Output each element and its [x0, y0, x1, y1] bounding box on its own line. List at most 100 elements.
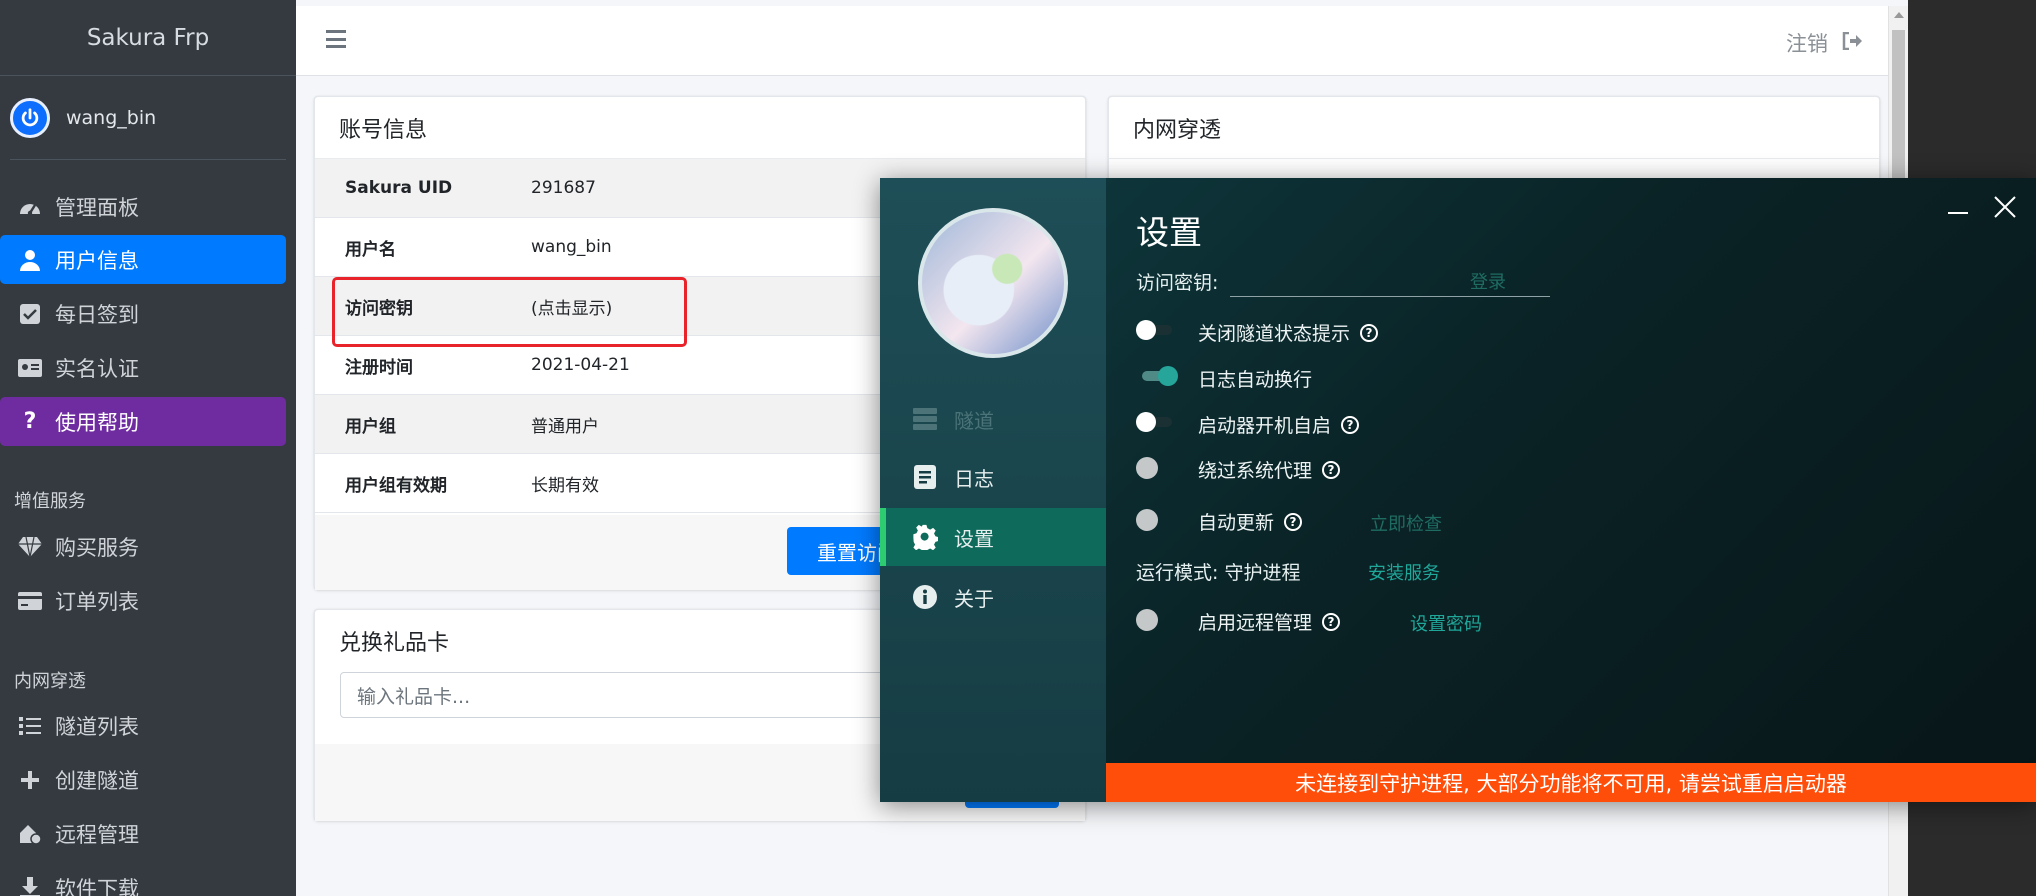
login-button[interactable]: 登录: [1470, 268, 1506, 294]
row-label: 注册时间: [345, 357, 413, 378]
scroll-thumb[interactable]: [1892, 30, 1905, 200]
remote-icon: [17, 821, 43, 847]
power-icon: [10, 97, 50, 138]
option-log-wrap: 日志自动换行: [1198, 365, 1312, 392]
sidebar-item-label: 创建隧道: [55, 768, 139, 793]
sidebar-item-orders[interactable]: 订单列表: [0, 576, 286, 625]
plus-icon: [17, 767, 43, 793]
sidebar-item-help[interactable]: ? 使用帮助: [0, 397, 286, 446]
toggle-bypass-proxy[interactable]: [1136, 457, 1158, 479]
help-icon[interactable]: ?: [1284, 512, 1303, 531]
sidebar-item-create-tunnel[interactable]: 创建隧道: [0, 755, 286, 804]
section-header-value-added: 增值服务: [14, 491, 86, 512]
launcher-tab-label: 关于: [954, 586, 994, 611]
sidebar-item-label: 管理面板: [55, 195, 139, 220]
toggle-autostart[interactable]: [1136, 412, 1176, 432]
option-label: 日志自动换行: [1198, 369, 1313, 391]
launcher-tab-tunnels[interactable]: 隧道: [880, 390, 1106, 448]
launcher-tab-about[interactable]: 关于: [880, 568, 1106, 626]
row-value: 2021-04-21: [531, 355, 630, 375]
help-icon[interactable]: ?: [1322, 460, 1341, 479]
settings-title: 设置: [1136, 213, 1202, 252]
list-icon: [17, 713, 43, 739]
help-icon[interactable]: ?: [1360, 323, 1379, 342]
tunnel-card-title: 内网穿透: [1109, 97, 1879, 159]
sidebar-item-label: 订单列表: [55, 589, 139, 614]
window-controls: [1948, 196, 2016, 222]
set-password-link[interactable]: 设置密码: [1410, 610, 1482, 636]
avatar: [918, 208, 1068, 358]
option-remote-management: 启用远程管理?: [1198, 608, 1341, 635]
dashboard-icon: [17, 194, 43, 220]
sidebar-item-download[interactable]: 软件下载: [0, 863, 286, 896]
sidebar-item-buy-service[interactable]: 购买服务: [0, 522, 286, 571]
gift-card-input[interactable]: 输入礼品卡...: [340, 672, 900, 718]
document-icon: [912, 464, 938, 490]
check-update-link[interactable]: 立即检查: [1370, 510, 1442, 536]
launcher-sidebar: 隧道 日志 设置 关于: [880, 178, 1106, 802]
user-panel[interactable]: wang_bin: [10, 76, 286, 160]
info-icon: [912, 584, 938, 610]
launcher-tab-logs[interactable]: 日志: [880, 448, 1106, 506]
toggle-tunnel-status-tips[interactable]: [1136, 320, 1176, 340]
option-label: 关闭隧道状态提示: [1198, 323, 1351, 345]
access-key-input[interactable]: [1230, 296, 1550, 297]
close-icon[interactable]: [1994, 196, 2016, 222]
minimize-icon[interactable]: [1948, 212, 1968, 214]
gear-icon: [912, 524, 938, 550]
section-header-tunnel: 内网穿透: [14, 671, 86, 692]
sidebar-item-label: 软件下载: [55, 876, 139, 896]
row-value: 普通用户: [531, 416, 599, 437]
option-tunnel-status-tips: 关闭隧道状态提示?: [1198, 319, 1379, 346]
toggle-auto-update[interactable]: [1136, 509, 1158, 531]
help-icon[interactable]: ?: [1341, 415, 1360, 434]
row-label: 用户组有效期: [345, 475, 447, 496]
row-value: wang_bin: [531, 237, 612, 257]
sidebar-item-user-info[interactable]: 用户信息: [0, 235, 286, 284]
account-card-title: 账号信息: [315, 97, 1085, 159]
launcher-tab-settings[interactable]: 设置: [880, 508, 1106, 566]
sidebar-item-tunnel-list[interactable]: 隧道列表: [0, 701, 286, 750]
option-auto-update: 自动更新?: [1198, 508, 1303, 535]
sidebar-item-label: 实名认证: [55, 356, 139, 381]
sidebar-item-label: 远程管理: [55, 822, 139, 847]
option-autostart: 启动器开机自启?: [1198, 411, 1360, 438]
top-navbar: 注销: [296, 6, 1908, 76]
logout-label: 注销: [1786, 32, 1828, 56]
sidebar-item-remote[interactable]: 远程管理: [0, 809, 286, 858]
option-bypass-proxy: 绕过系统代理?: [1198, 456, 1341, 483]
row-label: 用户组: [345, 416, 396, 437]
diamond-icon: [17, 534, 43, 560]
option-label: 自动更新: [1198, 512, 1275, 534]
server-icon: [912, 406, 938, 432]
check-square-icon: [17, 301, 43, 327]
launcher-tab-label: 隧道: [954, 408, 994, 433]
logout-button[interactable]: 注销: [1786, 28, 1862, 58]
row-label: Sakura UID: [345, 178, 453, 198]
install-service-link[interactable]: 安装服务: [1368, 559, 1440, 585]
row-value: 长期有效: [531, 475, 599, 496]
toggle-remote-management[interactable]: [1136, 609, 1158, 631]
sidebar-item-verification[interactable]: 实名认证: [0, 343, 286, 392]
toggle-log-wrap[interactable]: [1136, 366, 1178, 386]
access-key-label: 访问密钥:: [1136, 272, 1219, 294]
sidebar-item-checkin[interactable]: 每日签到: [0, 289, 286, 338]
row-value: 291687: [531, 178, 596, 198]
menu-toggle-icon[interactable]: [326, 30, 346, 48]
run-mode-label: 运行模式: 守护进程: [1136, 562, 1301, 584]
launcher-tab-label: 日志: [954, 466, 994, 491]
scroll-up-arrow-icon[interactable]: [1894, 12, 1904, 18]
sidebar-username: wang_bin: [66, 106, 157, 129]
highlight-annotation: [332, 277, 687, 347]
brand-title[interactable]: Sakura Frp: [0, 0, 296, 76]
settings-panel: 设置 访问密钥: 登录 关闭隧道状态提示? 日志自动换行 启动器开机自启? 绕过…: [1106, 178, 2036, 802]
help-icon[interactable]: ?: [1322, 612, 1341, 631]
launcher-tab-label: 设置: [954, 526, 994, 551]
question-icon: ?: [23, 409, 37, 434]
credit-card-icon: [17, 588, 43, 614]
id-card-icon: [17, 355, 43, 381]
sidebar-item-dashboard[interactable]: 管理面板: [0, 182, 286, 231]
sidebar: Sakura Frp wang_bin 管理面板 用户信息 每日签到 实名认证 …: [0, 0, 296, 896]
sign-out-icon: [1842, 31, 1862, 55]
sidebar-item-label: 使用帮助: [55, 410, 139, 435]
